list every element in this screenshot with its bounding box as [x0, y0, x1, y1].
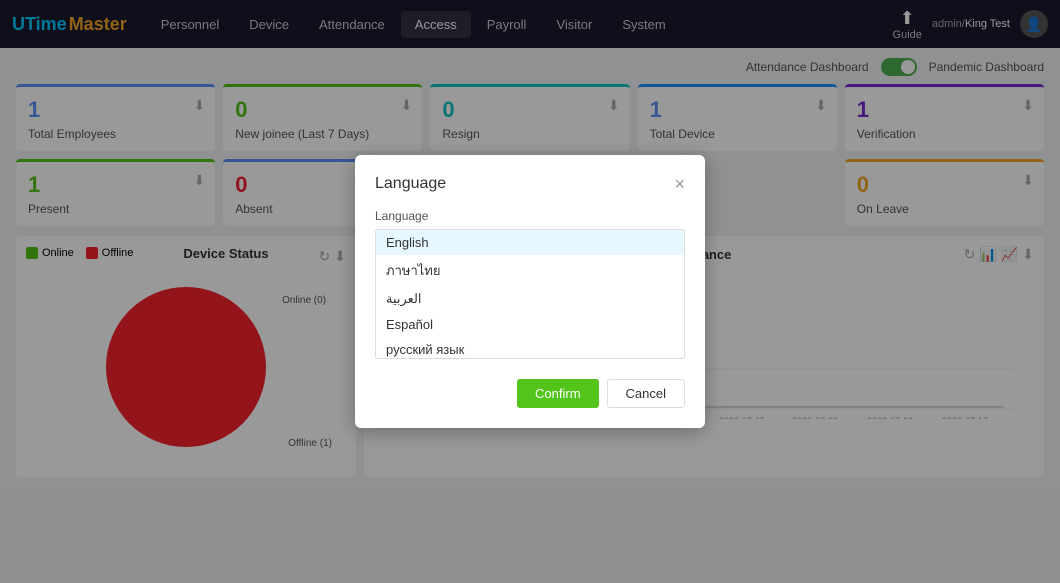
modal-close-button[interactable]: × [674, 175, 685, 193]
language-modal: Language × Language English ภาษาไทย العر… [355, 155, 705, 428]
lang-item-arabic[interactable]: العربية [376, 286, 684, 312]
language-field-label: Language [375, 209, 685, 223]
modal-header: Language × [375, 175, 685, 193]
confirm-button[interactable]: Confirm [517, 379, 599, 408]
lang-item-espanol[interactable]: Español [376, 312, 684, 337]
modal-overlay[interactable]: Language × Language English ภาษาไทย العر… [0, 0, 1060, 583]
lang-item-russian[interactable]: русский язык [376, 337, 684, 359]
modal-body: Language English ภาษาไทย العربية Español… [375, 209, 685, 359]
modal-footer: Confirm Cancel [375, 379, 685, 408]
lang-item-english[interactable]: English [376, 230, 684, 255]
lang-item-thai[interactable]: ภาษาไทย [376, 255, 684, 286]
cancel-button[interactable]: Cancel [607, 379, 685, 408]
modal-title: Language [375, 175, 446, 193]
language-list[interactable]: English ภาษาไทย العربية Español русский … [375, 229, 685, 359]
